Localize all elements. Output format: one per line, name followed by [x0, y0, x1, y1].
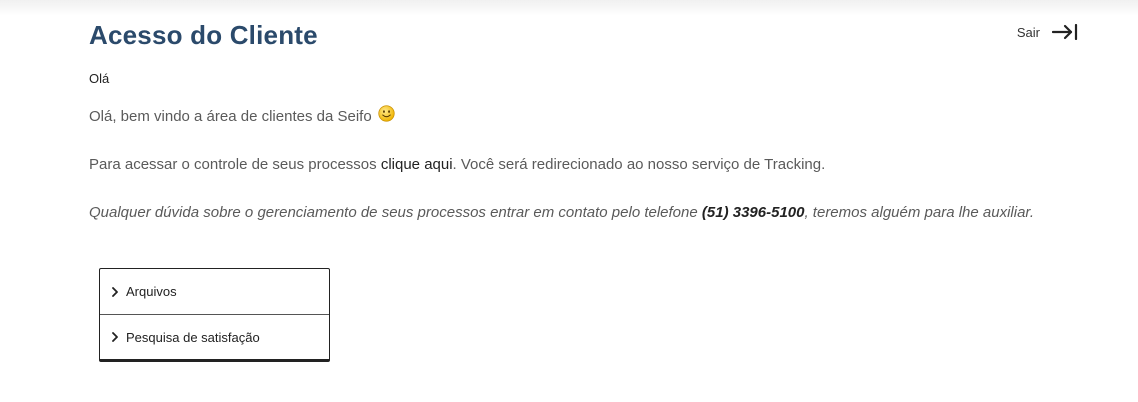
access-paragraph: Para acessar o controle de seus processo… [89, 153, 825, 177]
menu-item-label: Pesquisa de satisfação [126, 329, 260, 345]
tracking-link[interactable]: clique aqui [381, 156, 453, 173]
client-area-page: Acesso do Cliente Sair Olá Olá, bem vind… [89, 0, 1080, 402]
chevron-right-icon [112, 286, 118, 297]
access-prefix: Para acessar o controle de seus processo… [89, 156, 381, 173]
client-menu-panel: Arquivos Pesquisa de satisfação [99, 268, 330, 362]
logout-arrow-icon [1052, 24, 1078, 40]
logout-button[interactable]: Sair [1017, 24, 1078, 40]
page-title: Acesso do Cliente [89, 20, 318, 50]
chevron-right-icon [112, 332, 118, 342]
welcome-text: Olá, bem vindo a área de clientes da Sei… [89, 108, 372, 125]
contact-phone: (51) 3396-5100 [701, 204, 805, 221]
menu-item-pesquisa-satisfacao[interactable]: Pesquisa de satisfação [100, 314, 329, 359]
contact-prefix: Qualquer dúvida sobre o gerenciamento de… [89, 204, 702, 221]
contact-suffix: , teremos alguém para lhe auxiliar. [804, 204, 1035, 221]
menu-item-label: Arquivos [126, 284, 177, 299]
logout-label: Sair [1016, 24, 1040, 40]
contact-paragraph: Qualquer dúvida sobre o gerenciamento de… [89, 201, 1080, 225]
greeting-text: Olá [89, 71, 110, 86]
welcome-paragraph: Olá, bem vindo a área de clientes da Sei… [89, 104, 395, 129]
menu-item-arquivos[interactable]: Arquivos [100, 269, 329, 314]
smiley-icon [378, 104, 395, 122]
access-suffix: . Você será redirecionado ao nosso servi… [452, 156, 826, 173]
